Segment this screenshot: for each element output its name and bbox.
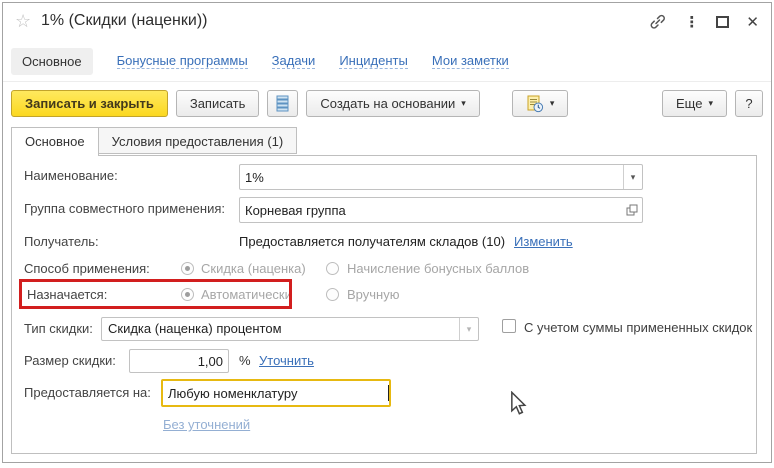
radio-bonus-points-label: Начисление бонусных баллов: [347, 261, 529, 276]
window-menu-icon[interactable]: ⋮: [684, 13, 699, 31]
favorite-star-icon[interactable]: ☆: [15, 11, 31, 32]
document-clock-icon: [526, 95, 544, 113]
copy-link-icon[interactable]: [648, 12, 667, 31]
name-label: Наименование:: [24, 168, 118, 183]
provided-for-field: [161, 379, 391, 407]
nav-item-tasks[interactable]: Задачи: [272, 53, 316, 69]
radio-automatic: [181, 288, 194, 301]
main-form-panel: Наименование: ▾ Группа совместного приме…: [11, 155, 757, 454]
radio-manual-label: Вручную: [347, 287, 399, 302]
discount-size-field: [129, 349, 229, 373]
discount-card-window: ☆ 1% (Скидки (наценки)) ⋮ ✕ Основное Бон…: [2, 2, 772, 463]
refine-link[interactable]: Уточнить: [259, 353, 314, 368]
dropdown-arrow-icon: ▾: [461, 98, 466, 109]
more-button[interactable]: Еще▾: [662, 90, 727, 117]
percent-sign: %: [239, 353, 251, 368]
recipient-change-link[interactable]: Изменить: [514, 234, 573, 249]
nav-item-incidents[interactable]: Инциденты: [339, 53, 408, 69]
provided-for-input[interactable]: [163, 381, 388, 405]
assignment-label: Назначается:: [27, 287, 107, 302]
radio-automatic-label: Автоматически: [201, 287, 292, 302]
apply-method-label: Способ применения:: [24, 261, 150, 276]
register-records-button[interactable]: [267, 90, 298, 117]
discount-type-combo: Скидка (наценка) процентом ▾: [101, 317, 479, 341]
provided-for-label: Предоставляется на:: [24, 385, 151, 400]
name-input[interactable]: [240, 165, 623, 189]
shared-group-field: [239, 197, 643, 223]
titlebar: ☆ 1% (Скидки (наценки)) ⋮ ✕: [3, 3, 771, 43]
stack-icon: [276, 95, 289, 112]
maximize-icon[interactable]: [716, 16, 729, 28]
dropdown-arrow-icon: ▾: [550, 98, 555, 109]
radio-bonus-points: [326, 262, 339, 275]
discount-size-label: Размер скидки:: [24, 353, 116, 368]
nav-item-main[interactable]: Основное: [11, 48, 93, 75]
save-button[interactable]: Записать: [176, 90, 260, 117]
tab-main[interactable]: Основное: [11, 127, 99, 156]
name-field: ▾: [239, 164, 643, 190]
open-icon[interactable]: [622, 198, 642, 222]
applied-discounts-checkbox[interactable]: [502, 319, 516, 333]
applied-discounts-checkbox-label[interactable]: С учетом суммы примененных скидок: [524, 320, 752, 335]
text-caret: [388, 385, 389, 401]
shared-group-input[interactable]: [240, 198, 622, 222]
page-title: 1% (Скидки (наценки)): [41, 12, 207, 30]
no-refinements-link[interactable]: Без уточнений: [163, 417, 250, 432]
nav-separator: [3, 81, 771, 82]
discount-size-input[interactable]: [130, 350, 228, 372]
nav-item-my-notes[interactable]: Мои заметки: [432, 53, 509, 69]
nav-item-bonus-programs[interactable]: Бонусные программы: [117, 53, 248, 69]
tab-strip: Основное Условия предоставления (1): [11, 127, 297, 156]
shared-group-label: Группа совместного применения:: [24, 201, 225, 216]
tab-provision-conditions[interactable]: Условия предоставления (1): [99, 127, 298, 154]
discount-type-dropdown-icon[interactable]: ▾: [459, 318, 478, 340]
close-icon[interactable]: ✕: [746, 13, 759, 31]
create-based-on-button[interactable]: Создать на основании▾: [306, 90, 479, 117]
radio-discount-markup: [181, 262, 194, 275]
discount-type-value[interactable]: Скидка (наценка) процентом: [102, 318, 459, 340]
radio-discount-markup-label: Скидка (наценка): [201, 261, 306, 276]
dropdown-arrow-icon: ▾: [708, 98, 713, 109]
radio-manual: [326, 288, 339, 301]
recipient-value: Предоставляется получателям складов (10): [239, 234, 505, 249]
name-dropdown-icon[interactable]: ▾: [623, 165, 642, 189]
help-button[interactable]: ?: [735, 90, 763, 117]
discount-type-label: Тип скидки:: [24, 321, 93, 336]
navigation-bar: Основное Бонусные программы Задачи Инцид…: [11, 47, 509, 75]
save-and-close-button[interactable]: Записать и закрыть: [11, 90, 168, 117]
toolbar: Записать и закрыть Записать Создать на о…: [11, 90, 763, 117]
scheduled-document-button[interactable]: ▾: [512, 90, 569, 117]
recipient-label: Получатель:: [24, 234, 99, 249]
